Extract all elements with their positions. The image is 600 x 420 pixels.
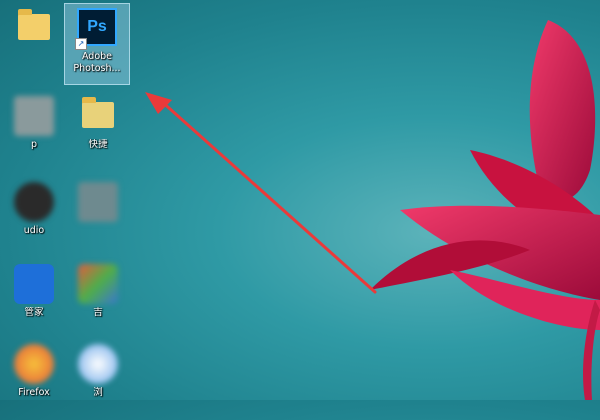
desktop: Ps ↗ Adobe Photosh... p 快捷 udio 管家 吉 Fir… bbox=[0, 0, 600, 400]
annotation-arrow bbox=[145, 92, 377, 294]
